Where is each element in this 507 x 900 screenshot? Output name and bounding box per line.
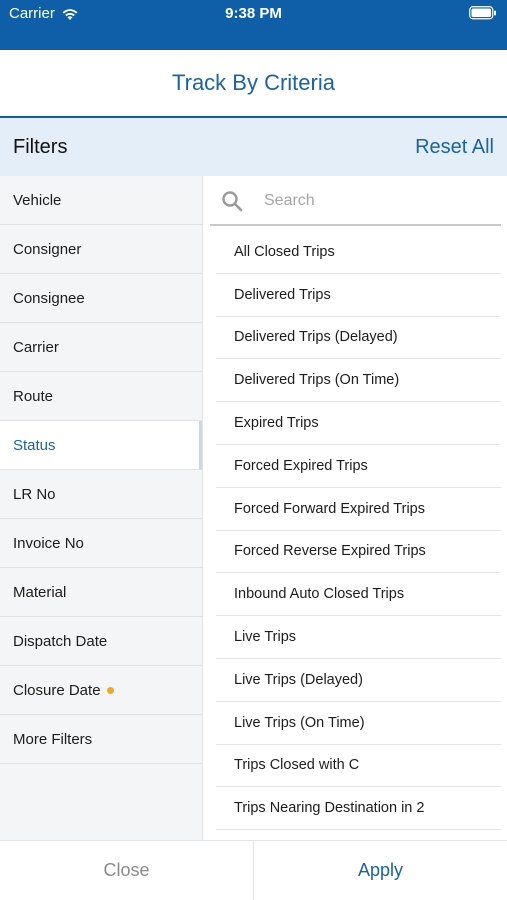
filter-category-sidebar: Vehicle Consigner Consignee Carrier Rout…: [0, 176, 203, 840]
list-item[interactable]: Forced Expired Trips: [216, 445, 501, 488]
sidebar-item-vehicle[interactable]: Vehicle: [0, 176, 202, 225]
search-input[interactable]: [264, 192, 484, 210]
filter-options-panel: All Closed Trips Delivered Trips Deliver…: [203, 176, 507, 840]
status-bar: Carrier 9:38 PM: [0, 0, 507, 50]
sidebar-item-label: Consigner: [13, 240, 82, 258]
sidebar-item-label: Route: [13, 387, 54, 405]
list-item[interactable]: Forced Forward Expired Trips: [216, 488, 501, 531]
bottom-action-bar: Close Apply: [0, 840, 507, 900]
list-item[interactable]: All Closed Trips: [216, 231, 501, 274]
sidebar-item-label: More Filters: [13, 730, 93, 748]
sidebar-item-lr-no[interactable]: LR No: [0, 470, 202, 519]
sidebar-item-label: Vehicle: [13, 191, 62, 209]
list-item[interactable]: Delivered Trips: [216, 274, 501, 317]
sidebar-item-route[interactable]: Route: [0, 372, 202, 421]
search-icon: [222, 191, 243, 212]
list-item[interactable]: Delivered Trips (On Time): [216, 359, 501, 403]
close-button[interactable]: Close: [0, 841, 254, 900]
clock: 9:38 PM: [225, 5, 282, 22]
sidebar-item-dispatch-date[interactable]: Dispatch Date: [0, 617, 202, 666]
filters-header: Filters Reset All: [0, 118, 507, 176]
sidebar-item-label: LR No: [13, 485, 56, 503]
list-item[interactable]: Expired Trips: [216, 402, 501, 445]
sidebar-item-material[interactable]: Material: [0, 568, 202, 617]
sidebar-item-label: Closure Date: [13, 681, 101, 699]
title-bar: Track By Criteria: [0, 50, 507, 118]
sidebar-item-label: Consignee: [13, 289, 85, 307]
status-option-list: All Closed Trips Delivered Trips Deliver…: [216, 231, 501, 831]
sidebar-item-label: Status: [13, 436, 56, 454]
apply-button[interactable]: Apply: [254, 841, 507, 900]
sidebar-item-label: Carrier: [13, 338, 59, 356]
sidebar-item-label: Invoice No: [13, 534, 84, 552]
search-bar: [210, 178, 501, 226]
list-item[interactable]: Live Trips (On Time): [216, 702, 501, 745]
list-item[interactable]: Forced Reverse Expired Trips: [216, 531, 501, 574]
sidebar-item-carrier[interactable]: Carrier: [0, 323, 202, 372]
list-item[interactable]: Inbound Auto Closed Trips: [216, 573, 501, 617]
applied-filter-dot: [106, 686, 114, 694]
list-item[interactable]: Trips Closed with C: [216, 745, 501, 788]
page-title: Track By Criteria: [172, 70, 335, 95]
battery-icon: [469, 6, 497, 24]
sidebar-item-more-filters[interactable]: More Filters: [0, 715, 202, 764]
sidebar-item-invoice-no[interactable]: Invoice No: [0, 519, 202, 568]
sidebar-item-consigner[interactable]: Consigner: [0, 225, 202, 274]
sidebar-item-status[interactable]: Status: [0, 421, 202, 470]
filters-label: Filters: [13, 135, 68, 158]
list-item[interactable]: Delivered Trips (Delayed): [216, 317, 501, 360]
list-item[interactable]: Live Trips: [216, 616, 501, 659]
sidebar-item-label: Dispatch Date: [13, 632, 108, 650]
sidebar-item-closure-date[interactable]: Closure Date: [0, 666, 202, 715]
list-item[interactable]: Trips Nearing Destination in 2: [216, 787, 501, 831]
reset-all-button[interactable]: Reset All: [415, 136, 494, 159]
list-item[interactable]: Live Trips (Delayed): [216, 659, 501, 702]
sidebar-item-label: Material: [13, 583, 67, 601]
sidebar-item-consignee[interactable]: Consignee: [0, 274, 202, 323]
